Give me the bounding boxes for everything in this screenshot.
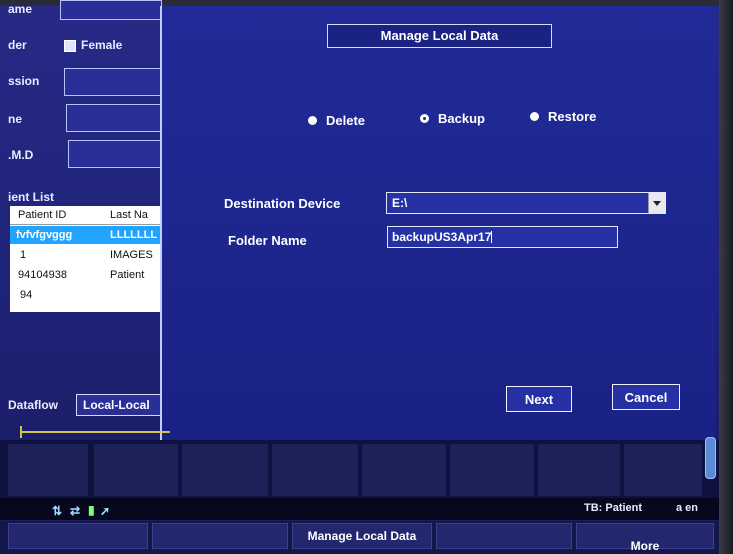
image-cell[interactable]: [8, 444, 88, 496]
scrollbar-thumb[interactable]: [705, 437, 716, 479]
more-button[interactable]: More: [576, 523, 714, 553]
dialog-title: Manage Local Data: [327, 24, 552, 48]
network-icon: ⇅: [52, 504, 63, 518]
gender-label: der: [8, 38, 27, 52]
patient-list-title: ient List: [8, 190, 55, 204]
backup-radio[interactable]: Backup: [420, 111, 485, 126]
radio-indicator-selected: [420, 114, 429, 123]
patient-id-cell: 94104938: [18, 269, 67, 281]
last-name-cell: Patient: [110, 269, 145, 281]
table-row[interactable]: 94104938 Patient: [10, 266, 166, 284]
table-row[interactable]: 94: [10, 286, 166, 304]
chevron-down-icon: [653, 200, 661, 206]
status-tb: TB: Patient: [584, 502, 643, 514]
dropdown-button[interactable]: [648, 193, 665, 213]
image-cell[interactable]: [538, 444, 620, 496]
female-checkbox[interactable]: [64, 40, 76, 52]
status-language: a en: [676, 502, 699, 514]
manage-local-data-dialog: Manage Local Data Delete Backup Restore …: [160, 6, 715, 442]
radio-indicator: [308, 116, 317, 125]
folder-name-value: backupUS3Apr17: [392, 230, 492, 244]
image-cell[interactable]: [450, 444, 534, 496]
battery-icon: ▮: [88, 503, 95, 517]
dataflow-select[interactable]: Local-Local: [76, 394, 172, 416]
folder-name-label: Folder Name: [228, 233, 307, 248]
delete-radio[interactable]: Delete: [308, 113, 365, 128]
patient-id-cell: 1: [20, 249, 27, 261]
touch-button[interactable]: [436, 523, 572, 549]
image-cell[interactable]: [182, 444, 268, 496]
column-last-name[interactable]: Last Na: [110, 209, 148, 221]
backup-radio-label: Backup: [438, 111, 485, 126]
column-patient-id[interactable]: Patient ID: [18, 209, 66, 221]
radio-indicator: [530, 112, 539, 121]
table-row[interactable]: 1 IMAGES: [10, 246, 166, 264]
table-row[interactable]: fvfvfgvggg LLLLLLL: [10, 226, 166, 244]
cancel-button[interactable]: Cancel: [612, 384, 680, 410]
dataflow-label: Dataflow: [8, 398, 59, 412]
phone-field[interactable]: [66, 104, 162, 132]
ultrasound-screen: ame der Female ssion ne .M.D ient List P…: [0, 0, 733, 554]
monitor-bezel-right: [719, 0, 733, 554]
patient-id-cell: fvfvfgvggg: [16, 229, 73, 241]
timeline-ruler: [20, 431, 170, 433]
phone-label: ne: [8, 112, 23, 126]
folder-name-input[interactable]: backupUS3Apr17: [387, 226, 618, 248]
next-button[interactable]: Next: [506, 386, 572, 412]
text-caret: [491, 231, 493, 243]
manage-local-data-button[interactable]: Manage Local Data: [292, 523, 432, 549]
destination-device-value: E:\: [392, 196, 408, 210]
image-cell[interactable]: [272, 444, 358, 496]
name-field[interactable]: [60, 0, 162, 20]
rmd-field[interactable]: [68, 140, 162, 168]
accession-field[interactable]: [64, 68, 162, 96]
image-cell[interactable]: [362, 444, 446, 496]
timeline-ruler-tick: [20, 426, 22, 438]
destination-device-select[interactable]: E:\: [386, 192, 666, 214]
patient-id-cell: 94: [20, 289, 33, 301]
accession-label: ssion: [8, 74, 40, 88]
image-cell[interactable]: [94, 444, 178, 496]
rmd-label: .M.D: [8, 148, 34, 162]
patient-list-header: Patient ID Last Na: [10, 206, 166, 225]
tool-icon: ➚: [100, 504, 111, 518]
female-label: Female: [81, 38, 123, 52]
patient-list[interactable]: Patient ID Last Na fvfvfgvggg LLLLLLL 1 …: [10, 206, 166, 312]
restore-radio-label: Restore: [548, 109, 597, 124]
last-name-cell: LLLLLLL: [110, 229, 158, 241]
usb-icon: ⇄: [70, 504, 81, 518]
delete-radio-label: Delete: [326, 113, 366, 128]
touch-button[interactable]: [152, 523, 288, 549]
touch-button[interactable]: [8, 523, 148, 549]
last-name-cell: IMAGES: [110, 249, 153, 261]
image-cell[interactable]: [624, 444, 702, 496]
restore-radio[interactable]: Restore: [530, 109, 596, 124]
name-label: ame: [8, 2, 33, 16]
destination-device-label: Destination Device: [224, 196, 341, 211]
